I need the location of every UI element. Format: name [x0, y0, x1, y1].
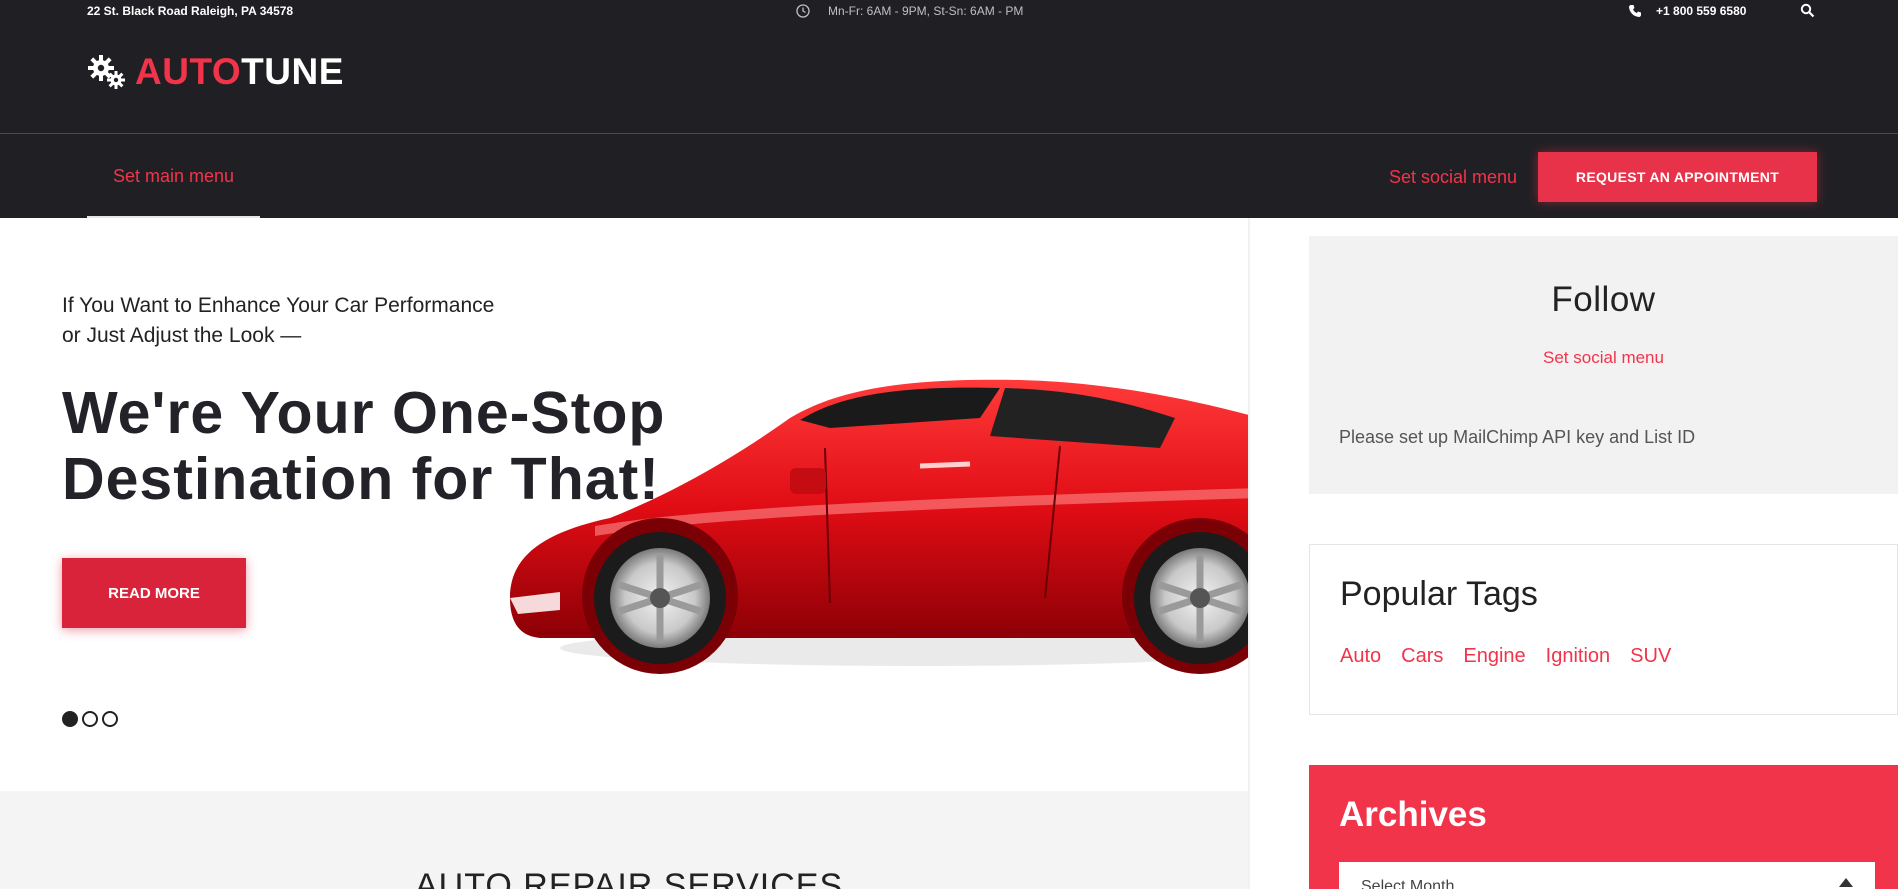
services-title: AUTO REPAIR SERVICES	[415, 867, 844, 889]
tag-link[interactable]: Ignition	[1546, 645, 1611, 668]
tag-link[interactable]: Cars	[1401, 645, 1443, 668]
tag-list: Auto Cars Engine Ignition SUV	[1340, 645, 1671, 668]
hero-title: We're Your One-Stop Destination for That…	[62, 380, 666, 512]
archives-month-select[interactable]: Select Month	[1339, 862, 1875, 889]
sidebar-divider	[1248, 218, 1251, 889]
tag-link[interactable]: Engine	[1463, 645, 1525, 668]
archives-widget: Archives Select Month	[1309, 765, 1898, 889]
follow-widget: Follow Set social menu Please set up Mai…	[1309, 236, 1898, 494]
tag-link[interactable]: SUV	[1630, 645, 1671, 668]
search-button[interactable]	[1800, 3, 1815, 21]
phone-text: +1 800 559 6580	[1656, 4, 1747, 18]
archives-title: Archives	[1339, 795, 1487, 834]
follow-title: Follow	[1551, 280, 1656, 319]
search-icon	[1800, 3, 1815, 18]
tag-link[interactable]: Auto	[1340, 645, 1381, 668]
request-appointment-button[interactable]: REQUEST AN APPOINTMENT	[1538, 152, 1817, 202]
top-bar: 22 St. Black Road Raleigh, PA 34578 Mn-F…	[0, 0, 1898, 22]
hours-info: Mn-Fr: 6AM - 9PM, St-Sn: 6AM - PM	[796, 4, 1023, 18]
gears-icon	[88, 55, 125, 89]
clock-icon	[796, 4, 810, 18]
services-section: AUTO REPAIR SERVICES	[0, 791, 1248, 889]
mailchimp-notice: Please set up MailChimp API key and List…	[1339, 427, 1696, 447]
hero-slider: If You Want to Enhance Your Car Performa…	[0, 218, 1248, 791]
popular-tags-widget: Popular Tags Auto Cars Engine Ignition S…	[1309, 544, 1898, 715]
hours-text: Mn-Fr: 6AM - 9PM, St-Sn: 6AM - PM	[828, 4, 1024, 18]
main-menu-link[interactable]: Set main menu	[113, 166, 234, 187]
site-header: 22 St. Black Road Raleigh, PA 34578 Mn-F…	[0, 0, 1898, 218]
slider-dots	[62, 711, 118, 727]
archives-select-value: Select Month	[1361, 878, 1455, 889]
caret-up-icon	[1839, 878, 1853, 887]
phone-icon	[1629, 5, 1641, 17]
main-navigation: Set main menu Set social menu REQUEST AN…	[0, 134, 1898, 218]
site-logo[interactable]: AUTOTUNE	[87, 52, 344, 90]
social-menu-link[interactable]: Set social menu	[1389, 167, 1517, 188]
address-text: 22 St. Black Road Raleigh, PA 34578	[87, 4, 294, 18]
logo-text: AUTOTUNE	[135, 50, 344, 92]
follow-social-menu-link[interactable]: Set social menu	[1309, 348, 1898, 368]
phone-info[interactable]: +1 800 559 6580	[1628, 4, 1746, 18]
read-more-button[interactable]: READ MORE	[62, 558, 246, 628]
popular-tags-title: Popular Tags	[1340, 575, 1538, 613]
slider-dot-3[interactable]	[102, 711, 118, 727]
hero-subtitle: If You Want to Enhance Your Car Performa…	[62, 294, 495, 347]
slider-dot-1[interactable]	[62, 711, 78, 727]
slider-dot-2[interactable]	[82, 711, 98, 727]
